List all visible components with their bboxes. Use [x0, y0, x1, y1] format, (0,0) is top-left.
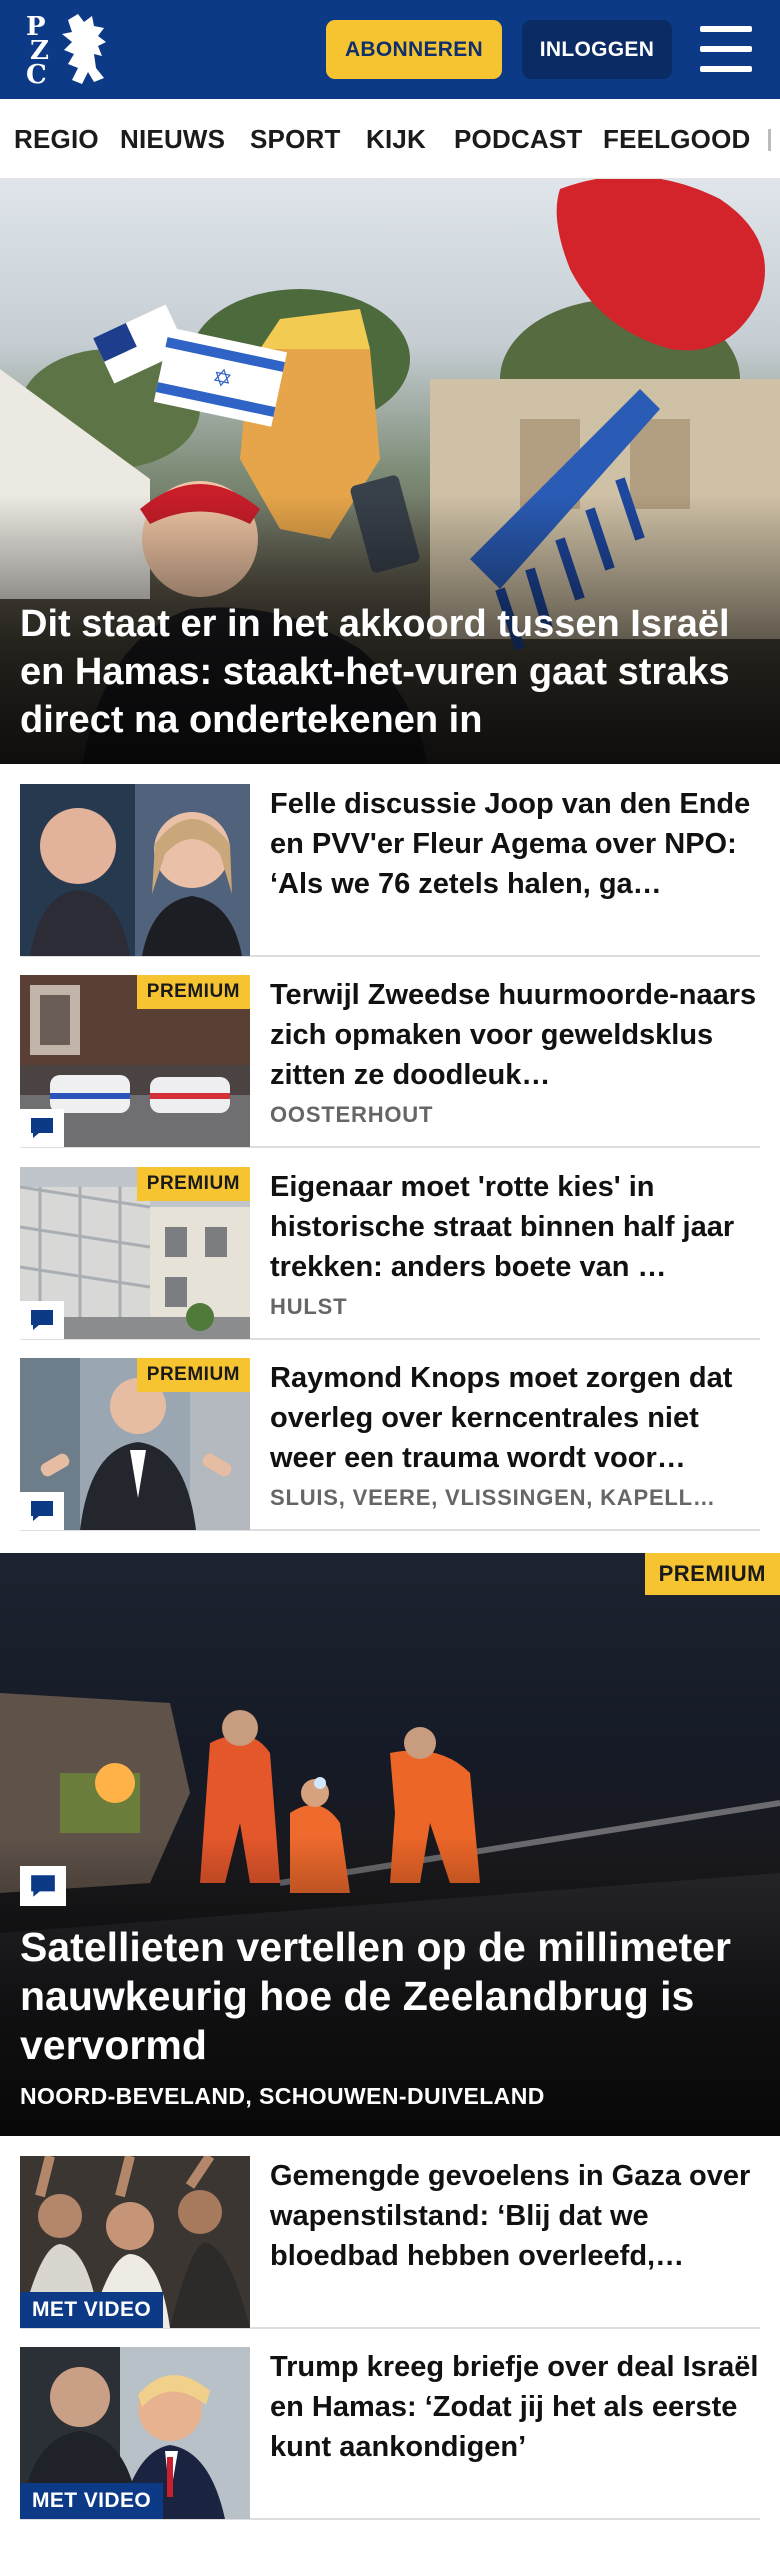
feature-headline[interactable]: Satellieten vertellen op de millimeter n… — [20, 1923, 760, 2070]
article-thumbnail: PREMIUM — [20, 1358, 250, 1530]
list-item[interactable]: PREMIUM Raymond Knops moet zorgen dat ov… — [20, 1358, 760, 1531]
premium-badge: PREMIUM — [136, 975, 250, 1009]
list-item[interactable]: MET VIDEO Gemengde gevoelens in Gaza ove… — [20, 2156, 760, 2329]
article-thumbnail: MET VIDEO — [20, 2156, 250, 2328]
article-location: HULST — [270, 1294, 348, 1319]
article-headline[interactable]: Eigenaar moet 'rotte kies' in historisch… — [270, 1167, 760, 1287]
category-nav: REGIO NIEUWS SPORT KIJK PODCAST FEELGOOD — [0, 99, 780, 179]
nav-item-sport[interactable]: SPORT — [250, 124, 341, 155]
article-thumbnail: MET VIDEO — [20, 2347, 250, 2519]
list-item[interactable]: PREMIUM Eigenaar moet 'rotte kies' in hi… — [20, 1167, 760, 1340]
premium-badge: PREMIUM — [136, 1358, 250, 1392]
video-badge: MET VIDEO — [20, 2483, 164, 2519]
top-header: P Z C ABONNEREN INLOGGEN — [0, 0, 780, 99]
zeeland-lion-icon — [62, 14, 106, 84]
premium-badge: PREMIUM — [136, 1167, 250, 1201]
article-headline[interactable]: Terwijl Zweedse huurmoorde-naars zich op… — [270, 975, 760, 1095]
logo-letter-c: C — [26, 60, 47, 90]
article-headline[interactable]: Trump kreeg briefje over deal Israël en … — [270, 2347, 760, 2467]
list-item[interactable]: MET VIDEO Trump kreeg briefje over deal … — [20, 2347, 760, 2520]
nav-item-regio[interactable]: REGIO — [14, 124, 99, 155]
article-headline[interactable]: Gemengde gevoelens in Gaza over wapensti… — [270, 2156, 760, 2276]
article-headline[interactable]: Felle discussie Joop van den Ende en PVV… — [270, 784, 760, 904]
comment-icon[interactable] — [20, 1492, 64, 1530]
article-headline[interactable]: Raymond Knops moet zorgen dat overleg ov… — [270, 1358, 760, 1478]
article-thumbnail: PREMIUM — [20, 1167, 250, 1339]
comment-icon[interactable] — [20, 1301, 64, 1339]
article-thumbnail: PREMIUM — [20, 975, 250, 1147]
thumbnail-illustration — [20, 784, 250, 956]
nav-item-kijk[interactable]: KIJK — [366, 124, 426, 155]
nav-overflow-divider — [768, 129, 771, 151]
premium-badge: PREMIUM — [644, 1553, 780, 1595]
subscribe-button[interactable]: ABONNEREN — [326, 20, 502, 79]
article-location: SLUIS, VEERE, VLISSINGEN, KAPELL… — [270, 1485, 716, 1510]
pzc-logo[interactable]: P Z C — [26, 12, 116, 88]
feature-location: NOORD-BEVELAND, SCHOUWEN-DUIVELAND — [20, 2083, 545, 2109]
article-thumbnail — [20, 784, 250, 956]
nav-item-podcast[interactable]: PODCAST — [454, 124, 583, 155]
login-button[interactable]: INLOGGEN — [522, 20, 672, 79]
nav-item-feelgood[interactable]: FEELGOOD — [603, 124, 751, 155]
list-item[interactable]: Felle discussie Joop van den Ende en PVV… — [20, 784, 760, 957]
nav-item-nieuws[interactable]: NIEUWS — [120, 124, 225, 155]
video-badge: MET VIDEO — [20, 2292, 164, 2328]
hero-article[interactable]: ✡ Dit staat er in het akkoord tussen Isr… — [0, 179, 780, 764]
article-location: OOSTERHOUT — [270, 1102, 434, 1127]
comment-icon[interactable] — [20, 1109, 64, 1147]
comment-icon[interactable] — [20, 1866, 66, 1906]
hero-headline[interactable]: Dit staat er in het akkoord tussen Israë… — [20, 600, 760, 744]
hamburger-menu-icon[interactable] — [700, 26, 752, 72]
list-item[interactable]: PREMIUM Terwijl Zweedse huurmoorde-naars… — [20, 975, 760, 1148]
feature-article[interactable]: PREMIUM Satellieten vertellen op de mill… — [0, 1553, 780, 2136]
